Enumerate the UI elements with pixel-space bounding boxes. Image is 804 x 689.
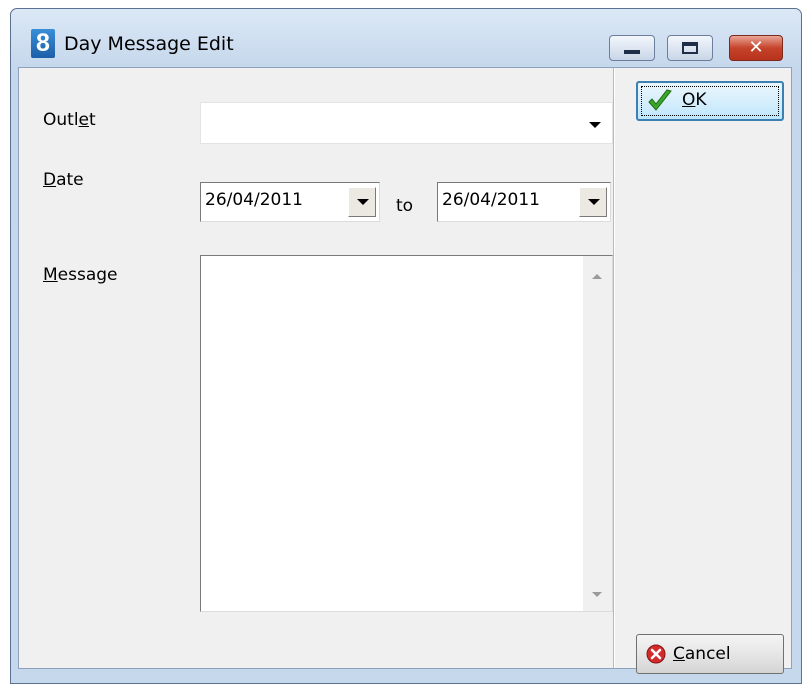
maximize-icon bbox=[682, 42, 698, 54]
message-label: Message bbox=[43, 265, 118, 285]
date-to-label: to bbox=[396, 196, 414, 216]
dialog-window: 8 Day Message Edit ✕ Outlet Date 26/04/2… bbox=[10, 8, 802, 684]
date-to-picker[interactable]: 26/04/2011 bbox=[437, 182, 611, 222]
date-to-dropdown-button[interactable] bbox=[579, 187, 607, 217]
cancel-button[interactable]: Cancel bbox=[636, 634, 784, 674]
close-button[interactable]: ✕ bbox=[729, 35, 783, 61]
outlet-label: Outlet bbox=[43, 110, 96, 130]
title-bar[interactable]: 8 Day Message Edit ✕ bbox=[11, 9, 801, 69]
window-title: Day Message Edit bbox=[64, 33, 234, 55]
date-from-value: 26/04/2011 bbox=[205, 190, 303, 210]
dialog-body: Outlet Date 26/04/2011 to 26/04/2011 Mes… bbox=[18, 67, 792, 674]
chevron-down-icon bbox=[588, 199, 600, 205]
date-from-picker[interactable]: 26/04/2011 bbox=[200, 182, 380, 222]
chevron-down-icon bbox=[357, 199, 369, 205]
cancel-button-label: Cancel bbox=[673, 644, 731, 664]
date-from-dropdown-button[interactable] bbox=[348, 187, 376, 217]
close-icon: ✕ bbox=[748, 37, 764, 58]
scroll-up-icon[interactable] bbox=[592, 274, 602, 279]
maximize-button[interactable] bbox=[667, 35, 713, 61]
checkmark-icon bbox=[648, 89, 672, 111]
message-textarea[interactable] bbox=[200, 255, 613, 612]
panel-divider-highlight bbox=[614, 68, 615, 668]
app-logo-icon: 8 bbox=[31, 29, 55, 58]
minimize-icon bbox=[624, 50, 640, 54]
date-label: Date bbox=[43, 170, 84, 190]
ok-button[interactable]: OK bbox=[636, 81, 784, 121]
outlet-dropdown[interactable] bbox=[200, 102, 613, 144]
cancel-icon bbox=[646, 644, 666, 664]
chevron-down-icon bbox=[589, 122, 601, 128]
ok-button-label: OK bbox=[682, 90, 707, 110]
minimize-button[interactable] bbox=[609, 35, 655, 61]
scroll-down-icon[interactable] bbox=[592, 592, 602, 597]
date-to-value: 26/04/2011 bbox=[442, 190, 540, 210]
message-scrollbar[interactable] bbox=[583, 256, 612, 611]
